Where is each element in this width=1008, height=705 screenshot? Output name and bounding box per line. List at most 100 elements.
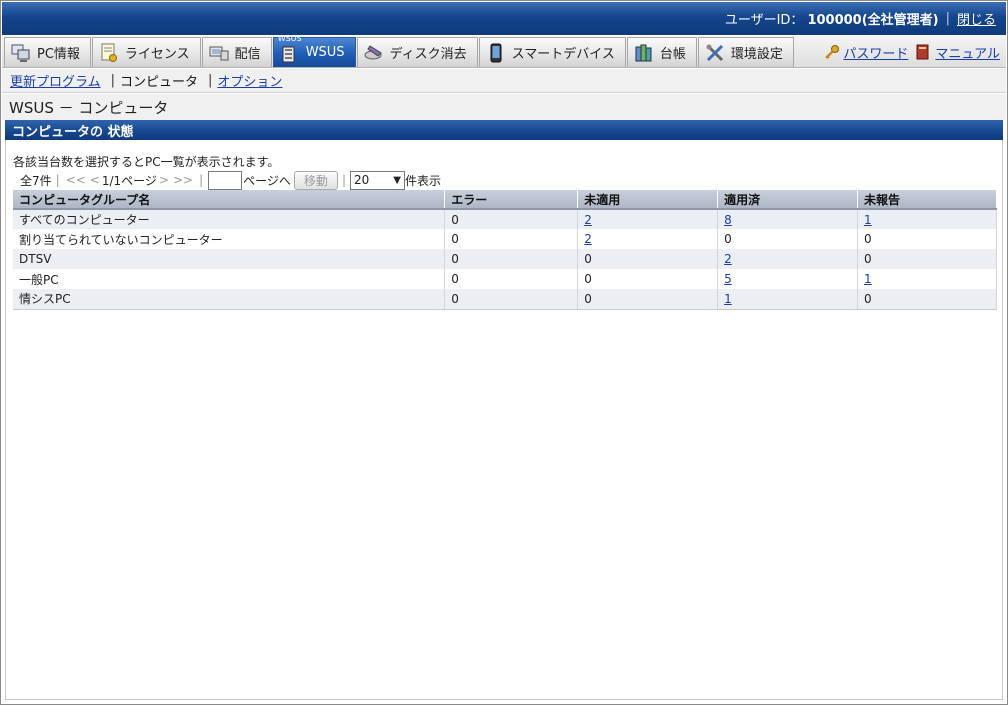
pager-divider: | — [199, 173, 204, 187]
column-header-group-name: コンピュータグループ名 — [13, 190, 446, 210]
group-name-cell: 割り当てられていないコンピューター — [13, 229, 446, 249]
close-link[interactable]: 閉じる — [957, 9, 996, 28]
manual-link[interactable]: マニュアル — [935, 43, 1000, 62]
total-count: 全7件 — [20, 173, 52, 188]
not-applied-count-link[interactable]: 2 — [584, 232, 592, 246]
tab-license[interactable]: ライセンス — [91, 37, 201, 67]
table-row: 一般PC 0 0 5 1 — [13, 269, 997, 289]
tab-pc-info[interactable]: PC情報 — [4, 37, 91, 67]
page-number-input[interactable] — [208, 170, 243, 190]
column-header-applied: 適用済 — [717, 190, 859, 210]
delivery-icon — [209, 43, 229, 63]
per-page-label: 件表示 — [404, 173, 441, 188]
not-reported-count-link[interactable]: 1 — [864, 272, 872, 286]
tab-ledger[interactable]: 台帳 — [626, 37, 697, 67]
not-applied-cell: 2 — [577, 229, 719, 249]
not-reported-cell: 0 — [857, 289, 997, 310]
user-id-value: 100000(全社管理者) — [807, 13, 939, 28]
chevron-down-icon: ▼ — [393, 174, 401, 186]
pagination-bar: 全7件 | << < 1/1ページ > >> | ページへ 移動 | 20 ▼ … — [20, 170, 441, 190]
applied-cell: 2 — [717, 249, 859, 269]
not-reported-cell: 0 — [857, 249, 997, 269]
settings-icon — [705, 43, 725, 63]
wsus-mini-label: WSUS — [277, 33, 302, 43]
disk-erase-icon — [364, 43, 384, 63]
applied-count-link[interactable]: 1 — [724, 292, 732, 306]
tab-label: 配信 — [234, 47, 261, 62]
not-reported-cell: 0 — [857, 229, 997, 249]
subnav-options-link[interactable]: オプション — [217, 71, 282, 90]
subnav-computers-current: コンピュータ — [120, 75, 199, 90]
group-name-cell: すべてのコンピューター — [13, 209, 446, 229]
table-row: 割り当てられていないコンピューター 0 2 0 0 — [13, 229, 997, 249]
top-header-bar: ユーザーID： 100000(全社管理者) | 閉じる — [2, 2, 1006, 35]
not-reported-cell: 1 — [857, 269, 997, 289]
move-button[interactable]: 移動 — [293, 170, 338, 190]
column-header-not-applied: 未適用 — [577, 190, 719, 210]
subnav-divider: | — [110, 73, 116, 88]
tab-label: WSUS — [305, 45, 345, 60]
error-cell: 0 — [444, 229, 579, 249]
pc-info-icon — [11, 43, 31, 63]
not-applied-count-link[interactable]: 2 — [584, 213, 592, 227]
table-row: DTSV 0 0 2 0 — [13, 249, 997, 269]
user-id-label: ユーザーID： — [724, 13, 804, 28]
not-reported-count-link[interactable]: 1 — [864, 213, 872, 227]
applied-count-link[interactable]: 8 — [724, 213, 732, 227]
column-header-not-reported: 未報告 — [857, 190, 997, 210]
tab-label: PC情報 — [37, 47, 80, 62]
table-row: すべてのコンピューター 0 2 8 1 — [13, 209, 997, 229]
table-row: 情シスPC 0 0 1 0 — [13, 289, 997, 310]
tab-delivery[interactable]: 配信 — [201, 37, 272, 67]
tab-label: ディスク消去 — [389, 47, 467, 62]
tab-smart-device[interactable]: スマートデバイス — [478, 37, 626, 67]
page-size-select[interactable]: 20 ▼ — [349, 170, 405, 190]
password-link-wrap: パスワード — [824, 43, 908, 62]
book-icon — [916, 43, 932, 61]
computer-status-table: コンピュータグループ名 エラー 未適用 適用済 未報告 すべてのコンピューター 0… — [13, 190, 997, 310]
tab-wsus[interactable]: WSUS WSUS — [272, 34, 356, 67]
not-applied-cell: 0 — [577, 289, 719, 310]
license-icon — [99, 43, 119, 63]
group-name-cell: DTSV — [13, 249, 446, 269]
last-page-button[interactable]: >> — [173, 173, 193, 187]
not-applied-cell: 0 — [577, 249, 719, 269]
next-page-button[interactable]: > — [159, 173, 169, 187]
pager-divider: | — [341, 173, 346, 187]
tab-label: 環境設定 — [730, 47, 783, 62]
applied-cell: 8 — [717, 209, 859, 229]
pager-divider: | — [55, 173, 60, 187]
applied-count-link[interactable]: 2 — [724, 252, 732, 266]
tab-settings[interactable]: 環境設定 — [697, 37, 794, 67]
page-title: WSUS － コンピュータ — [2, 94, 1006, 120]
section-body: 各該当台数を選択するとPC一覧が表示されます。 全7件 | << < 1/1ペー… — [5, 140, 1003, 700]
subnav-divider: | — [208, 73, 213, 88]
tab-label: 台帳 — [659, 47, 686, 62]
instruction-note: 各該当台数を選択するとPC一覧が表示されます。 — [13, 155, 280, 169]
page-info: 1/1ページ — [101, 173, 157, 188]
error-cell: 0 — [444, 289, 579, 310]
page-to-label: ページへ — [243, 173, 291, 188]
wsus-icon: WSUS — [278, 34, 302, 63]
group-name-cell: 情シスPC — [13, 289, 446, 310]
password-link[interactable]: パスワード — [843, 43, 908, 62]
group-name-cell: 一般PC — [13, 269, 446, 289]
tab-label: ライセンス — [124, 47, 190, 62]
tab-label: スマートデバイス — [511, 47, 615, 62]
error-cell: 0 — [444, 269, 579, 289]
main-tab-bar: PC情報 ライセンス 配信 WSUS WSUS ディスク消去 スマートデバイス … — [2, 34, 1006, 68]
applied-count-link[interactable]: 5 — [724, 272, 732, 286]
smart-device-icon — [486, 43, 506, 63]
sub-navigation: 更新プログラム | コンピュータ | オプション — [2, 69, 1006, 93]
prev-page-button[interactable]: < — [90, 173, 100, 187]
table-header-row: コンピュータグループ名 エラー 未適用 適用済 未報告 — [13, 190, 997, 210]
section-header: コンピュータの 状態 — [5, 120, 1003, 140]
not-applied-cell: 0 — [577, 269, 719, 289]
first-page-button[interactable]: << — [66, 173, 86, 187]
error-cell: 0 — [444, 249, 579, 269]
applied-cell: 5 — [717, 269, 859, 289]
column-header-error: エラー — [444, 190, 579, 210]
page-size-value: 20 — [353, 173, 370, 187]
tab-disk-erase[interactable]: ディスク消去 — [356, 37, 478, 67]
subnav-updates-link[interactable]: 更新プログラム — [10, 71, 101, 90]
